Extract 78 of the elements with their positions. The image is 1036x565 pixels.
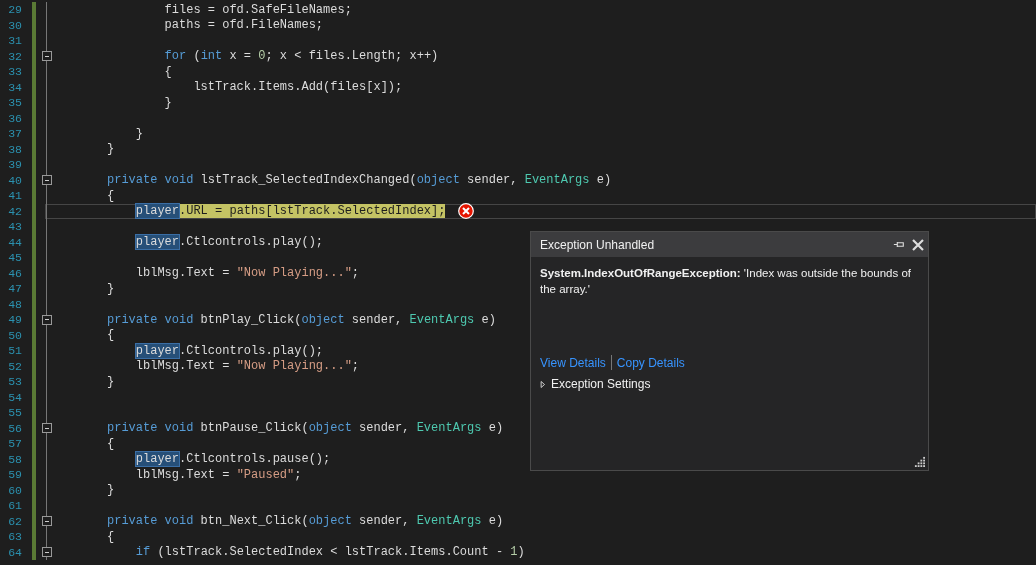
code-line: } — [134, 126, 143, 141]
line-number: 35 — [7, 96, 22, 110]
line-number: 59 — [7, 468, 22, 482]
details-link[interactable]: View Details — [540, 355, 606, 370]
line-number: 49 — [7, 313, 22, 327]
code-line: { — [107, 436, 115, 451]
line-number: 38 — [7, 142, 22, 156]
code-line: player.Ctlcontrols.pause(); — [135, 452, 331, 467]
popup-title: Exception Unhandled — [540, 237, 655, 252]
collapse-icon[interactable] — [42, 175, 52, 186]
collapse-icon[interactable] — [42, 51, 52, 62]
details-link[interactable]: Copy Details — [616, 355, 685, 370]
code-line: } — [163, 95, 172, 110]
code-line: private void btn_Next_Click(object sender, EventArgs e) — [107, 514, 504, 529]
close-icon[interactable] — [912, 238, 924, 251]
line-number: 37 — [7, 127, 22, 141]
line-number: 34 — [7, 80, 22, 94]
line-number: 44 — [7, 235, 22, 249]
collapse-icon[interactable] — [42, 314, 52, 325]
code-line: { — [163, 64, 172, 79]
line-number: 56 — [7, 421, 22, 435]
code-line: paths = ofd.FileNames; — [163, 18, 324, 33]
line-number: 33 — [7, 65, 22, 79]
code-line: { — [107, 188, 115, 203]
line-number: 64 — [7, 545, 22, 559]
line-number: 45 — [7, 251, 22, 265]
code-line: } — [107, 281, 115, 296]
code-line: } — [107, 374, 115, 389]
code-line: lblMsg.Text = "Now Playing..."; — [134, 359, 360, 374]
line-number: 29 — [7, 3, 22, 17]
line-number: 31 — [7, 34, 22, 48]
line-number: 61 — [7, 499, 22, 513]
line-number: 40 — [7, 173, 22, 187]
expand-icon[interactable] — [540, 379, 546, 389]
resize-grip-icon[interactable] — [914, 456, 925, 467]
code-line: if (lstTrack.SelectedIndex < lstTrack.Items.Count - 1) — [134, 545, 525, 560]
collapse-icon[interactable] — [42, 423, 52, 434]
line-number: 30 — [7, 18, 22, 32]
line-number: 52 — [7, 359, 22, 373]
line-number: 36 — [7, 111, 22, 125]
code-line: for (int x = 0; x < files.Length; x++) — [163, 49, 439, 64]
code-line: { — [107, 529, 115, 544]
code-line: lstTrack.Items.Add(files[x]); — [192, 80, 403, 95]
line-number: 43 — [7, 220, 22, 234]
line-number: 55 — [7, 406, 22, 420]
line-number: 51 — [7, 344, 22, 358]
code-line: lblMsg.Text = "Paused"; — [134, 467, 302, 482]
code-line: player.URL = paths[lstTrack.SelectedIndex]; — [135, 204, 446, 219]
line-number: 53 — [7, 375, 22, 389]
line-number: 39 — [7, 158, 22, 172]
line-number: 57 — [7, 437, 22, 451]
line-number: 47 — [7, 282, 22, 296]
code-line: } — [107, 483, 115, 498]
code-line: private void btnPlay_Click(object sender, EventArgs e) — [107, 312, 496, 327]
code-line: private void btnPause_Click(object sender, EventArgs e) — [107, 421, 504, 436]
line-number: 41 — [7, 189, 22, 203]
code-line: player.Ctlcontrols.play(); — [135, 235, 324, 250]
line-number: 48 — [7, 297, 22, 311]
line-number: 54 — [7, 390, 22, 404]
exception-message: System.IndexOutOfRangeException: 'Index was outside the bounds of the array.' — [540, 266, 912, 297]
code-line: } — [107, 142, 115, 157]
line-number: 62 — [7, 514, 22, 528]
pin-icon[interactable] — [893, 240, 905, 249]
code-line: private void lstTrack_SelectedIndexChanged(object sender, EventArgs e) — [107, 173, 612, 188]
line-number: 50 — [7, 328, 22, 342]
exception-settings-toggle[interactable]: Exception Settings — [551, 377, 651, 391]
line-number: 32 — [7, 49, 22, 63]
collapse-icon[interactable] — [42, 516, 52, 527]
line-number: 58 — [7, 452, 22, 466]
code-line: player.Ctlcontrols.play(); — [135, 343, 324, 358]
line-number: 60 — [7, 483, 22, 497]
line-number: 42 — [7, 204, 22, 218]
collapse-icon[interactable] — [42, 547, 52, 558]
code-line: files = ofd.SafeFileNames; — [163, 2, 352, 17]
line-number: 46 — [7, 266, 22, 280]
line-number: 63 — [7, 530, 22, 544]
code-line: { — [107, 328, 115, 343]
code-line: lblMsg.Text = "Now Playing..."; — [134, 266, 360, 281]
